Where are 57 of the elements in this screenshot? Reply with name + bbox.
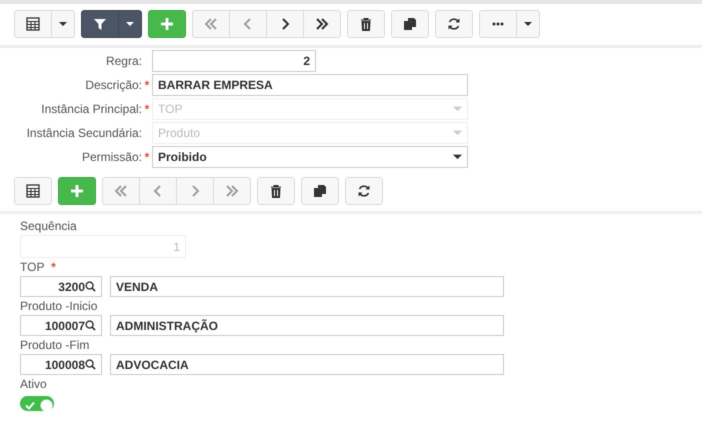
field-label: Ativo bbox=[20, 376, 47, 393]
grid-icon bbox=[26, 17, 40, 31]
field-label: Instância Principal: bbox=[40, 101, 142, 118]
dropdown-button[interactable] bbox=[118, 10, 142, 38]
toggle-switch[interactable] bbox=[20, 396, 54, 411]
add-button[interactable] bbox=[148, 10, 186, 38]
filter-icon bbox=[93, 17, 107, 31]
last-button[interactable] bbox=[303, 10, 341, 38]
required-indicator: * bbox=[144, 101, 150, 118]
add-button[interactable] bbox=[58, 177, 96, 205]
grid-button[interactable] bbox=[14, 10, 52, 38]
delete-button[interactable] bbox=[257, 177, 295, 205]
search-icon[interactable] bbox=[85, 320, 96, 331]
copy-button[interactable] bbox=[391, 10, 429, 38]
copy-icon bbox=[403, 17, 417, 31]
field-label: Permissão: bbox=[80, 149, 142, 166]
description-field[interactable]: ADVOCACIA bbox=[110, 354, 504, 375]
trash-icon bbox=[359, 17, 373, 31]
double-left-arrow-icon bbox=[204, 17, 218, 31]
double-right-arrow-icon bbox=[225, 184, 239, 198]
field-label: Regra: bbox=[104, 53, 142, 70]
delete-button[interactable] bbox=[347, 10, 385, 38]
input-field[interactable]: 2 bbox=[152, 50, 316, 72]
select-field[interactable]: Proibido bbox=[152, 146, 468, 168]
field-label: Produto -Inicio bbox=[20, 298, 98, 315]
required-indicator: * bbox=[144, 149, 150, 166]
refresh-icon bbox=[447, 17, 461, 31]
copy-button[interactable] bbox=[301, 177, 339, 205]
plus-icon bbox=[70, 184, 84, 198]
grid-icon bbox=[26, 184, 40, 198]
double-left-arrow-icon bbox=[114, 184, 128, 198]
code-field[interactable]: 100008 bbox=[20, 354, 102, 375]
field-label: Instância Secundária: bbox=[26, 125, 142, 142]
input-field[interactable]: BARRAR EMPRESA bbox=[152, 74, 468, 96]
plus-icon bbox=[160, 17, 174, 31]
required-indicator: * bbox=[50, 259, 57, 276]
field-label: Descrição: bbox=[84, 77, 142, 94]
refresh-button[interactable] bbox=[345, 177, 383, 205]
code-field[interactable]: 100007 bbox=[20, 315, 102, 336]
field-label: Produto -Fim bbox=[20, 337, 90, 354]
search-icon[interactable] bbox=[85, 359, 96, 370]
field-label: Sequência bbox=[20, 218, 77, 235]
refresh-button[interactable] bbox=[435, 10, 473, 38]
filter-button[interactable] bbox=[81, 10, 119, 38]
description-field[interactable]: ADMINISTRAÇÃO bbox=[110, 315, 504, 336]
required-indicator: * bbox=[144, 77, 150, 94]
refresh-icon bbox=[357, 184, 371, 198]
trash-icon bbox=[269, 184, 283, 198]
field-label: TOP bbox=[20, 259, 44, 276]
double-right-arrow-icon bbox=[315, 17, 329, 31]
more-button[interactable] bbox=[479, 10, 517, 38]
copy-icon bbox=[313, 184, 327, 198]
search-icon[interactable] bbox=[85, 281, 96, 292]
code-field[interactable]: 3200 bbox=[20, 276, 102, 297]
grid-button[interactable] bbox=[14, 177, 52, 205]
next-button[interactable] bbox=[266, 10, 304, 38]
description-field[interactable]: VENDA bbox=[110, 276, 504, 297]
